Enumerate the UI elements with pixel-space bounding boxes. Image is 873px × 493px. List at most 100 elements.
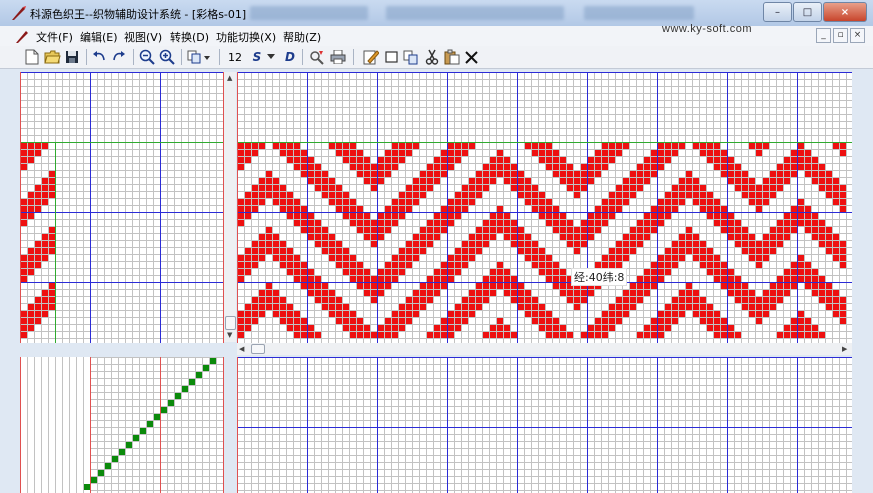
weave-cell — [798, 220, 804, 226]
size-label[interactable]: 12 — [226, 49, 244, 65]
horizontal-scrollbar[interactable]: ◀ ▶ — [237, 343, 852, 355]
weave-cell — [343, 143, 349, 149]
weave-cell — [742, 227, 748, 233]
mdi-close-button[interactable]: × — [850, 28, 865, 43]
weave-cell — [602, 213, 608, 219]
threading-grid[interactable] — [20, 357, 224, 493]
minimize-button[interactable]: – — [763, 2, 792, 22]
weave-cell — [301, 318, 307, 324]
weave-cell — [553, 276, 559, 282]
weave-cell — [273, 248, 279, 254]
clipboard-icon[interactable] — [443, 49, 461, 65]
weave-cell — [700, 262, 706, 268]
weave-cell — [658, 213, 664, 219]
weave-cell — [413, 185, 419, 191]
weave-cell — [672, 206, 678, 212]
weave-cell — [518, 241, 524, 247]
horizontal-scroll-thumb[interactable] — [251, 344, 265, 354]
weave-cell — [623, 255, 629, 261]
weave-cell — [637, 164, 643, 170]
weave-cell — [315, 178, 321, 184]
s-style-button[interactable]: S — [250, 49, 264, 65]
main-pattern-pane[interactable] — [237, 72, 852, 343]
tool-icon[interactable] — [308, 49, 326, 65]
chevron-down-icon[interactable] — [266, 49, 276, 65]
weave-cell — [245, 150, 251, 156]
maximize-button[interactable]: □ — [793, 2, 822, 22]
menu-function-switch[interactable]: 功能切换(X) — [216, 29, 276, 45]
weave-cell — [763, 297, 769, 303]
copy-dropdown-icon[interactable] — [186, 49, 212, 65]
new-file-icon[interactable] — [24, 49, 40, 65]
scroll-right-icon[interactable]: ▶ — [842, 345, 847, 353]
weave-cell — [287, 311, 293, 317]
menu-help[interactable]: 帮助(Z) — [283, 29, 321, 45]
weave-cell — [728, 234, 734, 240]
paste-icon[interactable] — [402, 49, 420, 65]
weave-cell — [735, 332, 741, 338]
weave-cell — [392, 164, 398, 170]
pane-divider[interactable] — [0, 343, 237, 357]
weave-cell — [742, 283, 748, 289]
close-button[interactable]: × — [823, 2, 867, 22]
edit-icon[interactable] — [362, 49, 380, 65]
top-left-grid-pane[interactable] — [20, 72, 224, 343]
undo-icon[interactable] — [91, 49, 107, 65]
print-icon[interactable] — [329, 49, 347, 65]
weave-cell — [658, 164, 664, 170]
menu-file[interactable]: 文件(F) — [36, 29, 73, 45]
weave-cell — [798, 325, 804, 331]
weave-cell — [287, 304, 293, 310]
weave-cell — [763, 255, 769, 261]
bottom-right-grid-pane[interactable] — [237, 357, 852, 493]
weave-cell — [504, 290, 510, 296]
weave-pattern-grid[interactable] — [237, 72, 852, 343]
menu-edit[interactable]: 编辑(E) — [80, 29, 118, 45]
weave-cell — [413, 297, 419, 303]
vertical-scroll-thumb[interactable] — [225, 316, 236, 330]
weave-cell — [714, 332, 720, 338]
rectangle-icon[interactable] — [383, 49, 399, 65]
scroll-up-icon[interactable]: ▲ — [227, 74, 232, 82]
top-left-grid[interactable] — [20, 72, 224, 343]
weave-cell — [371, 276, 377, 282]
zoom-out-icon[interactable] — [138, 49, 156, 65]
weave-cell — [252, 185, 258, 191]
weave-cell — [623, 248, 629, 254]
vertical-scrollbar[interactable]: ▲ ▼ — [224, 72, 236, 342]
bottom-right-grid[interactable] — [237, 357, 852, 493]
cut-icon[interactable] — [424, 49, 440, 65]
save-icon[interactable] — [64, 49, 80, 65]
mdi-restore-button[interactable]: ▫ — [833, 28, 848, 43]
weave-cell — [602, 318, 608, 324]
open-folder-icon[interactable] — [43, 49, 61, 65]
weave-cell — [644, 164, 650, 170]
weave-cell — [833, 143, 839, 149]
weave-cell — [539, 255, 545, 261]
weave-cell — [308, 178, 314, 184]
weave-cell — [840, 297, 846, 303]
weave-cell — [364, 157, 370, 163]
weave-cell — [462, 143, 468, 149]
mdi-minimize-button[interactable]: _ — [816, 28, 831, 43]
delete-icon[interactable] — [463, 49, 479, 65]
weave-cell — [259, 199, 265, 205]
zoom-in-icon[interactable] — [158, 49, 176, 65]
weave-cell — [294, 157, 300, 163]
menu-view[interactable]: 视图(V) — [124, 29, 162, 45]
weave-cell — [322, 171, 328, 177]
weave-cell — [812, 220, 818, 226]
scroll-down-icon[interactable]: ▼ — [227, 331, 232, 339]
threading-pane[interactable] — [20, 357, 224, 493]
weave-cell — [756, 248, 762, 254]
weave-cell — [259, 234, 265, 240]
weave-cell — [357, 332, 363, 338]
scroll-left-icon[interactable]: ◀ — [239, 345, 244, 353]
redo-icon[interactable] — [111, 49, 127, 65]
weave-cell — [315, 290, 321, 296]
d-style-button[interactable]: D — [283, 49, 297, 65]
weave-cell — [812, 276, 818, 282]
weave-cell — [329, 143, 335, 149]
menu-convert[interactable]: 转换(D) — [170, 29, 209, 45]
weave-cell — [350, 255, 356, 261]
